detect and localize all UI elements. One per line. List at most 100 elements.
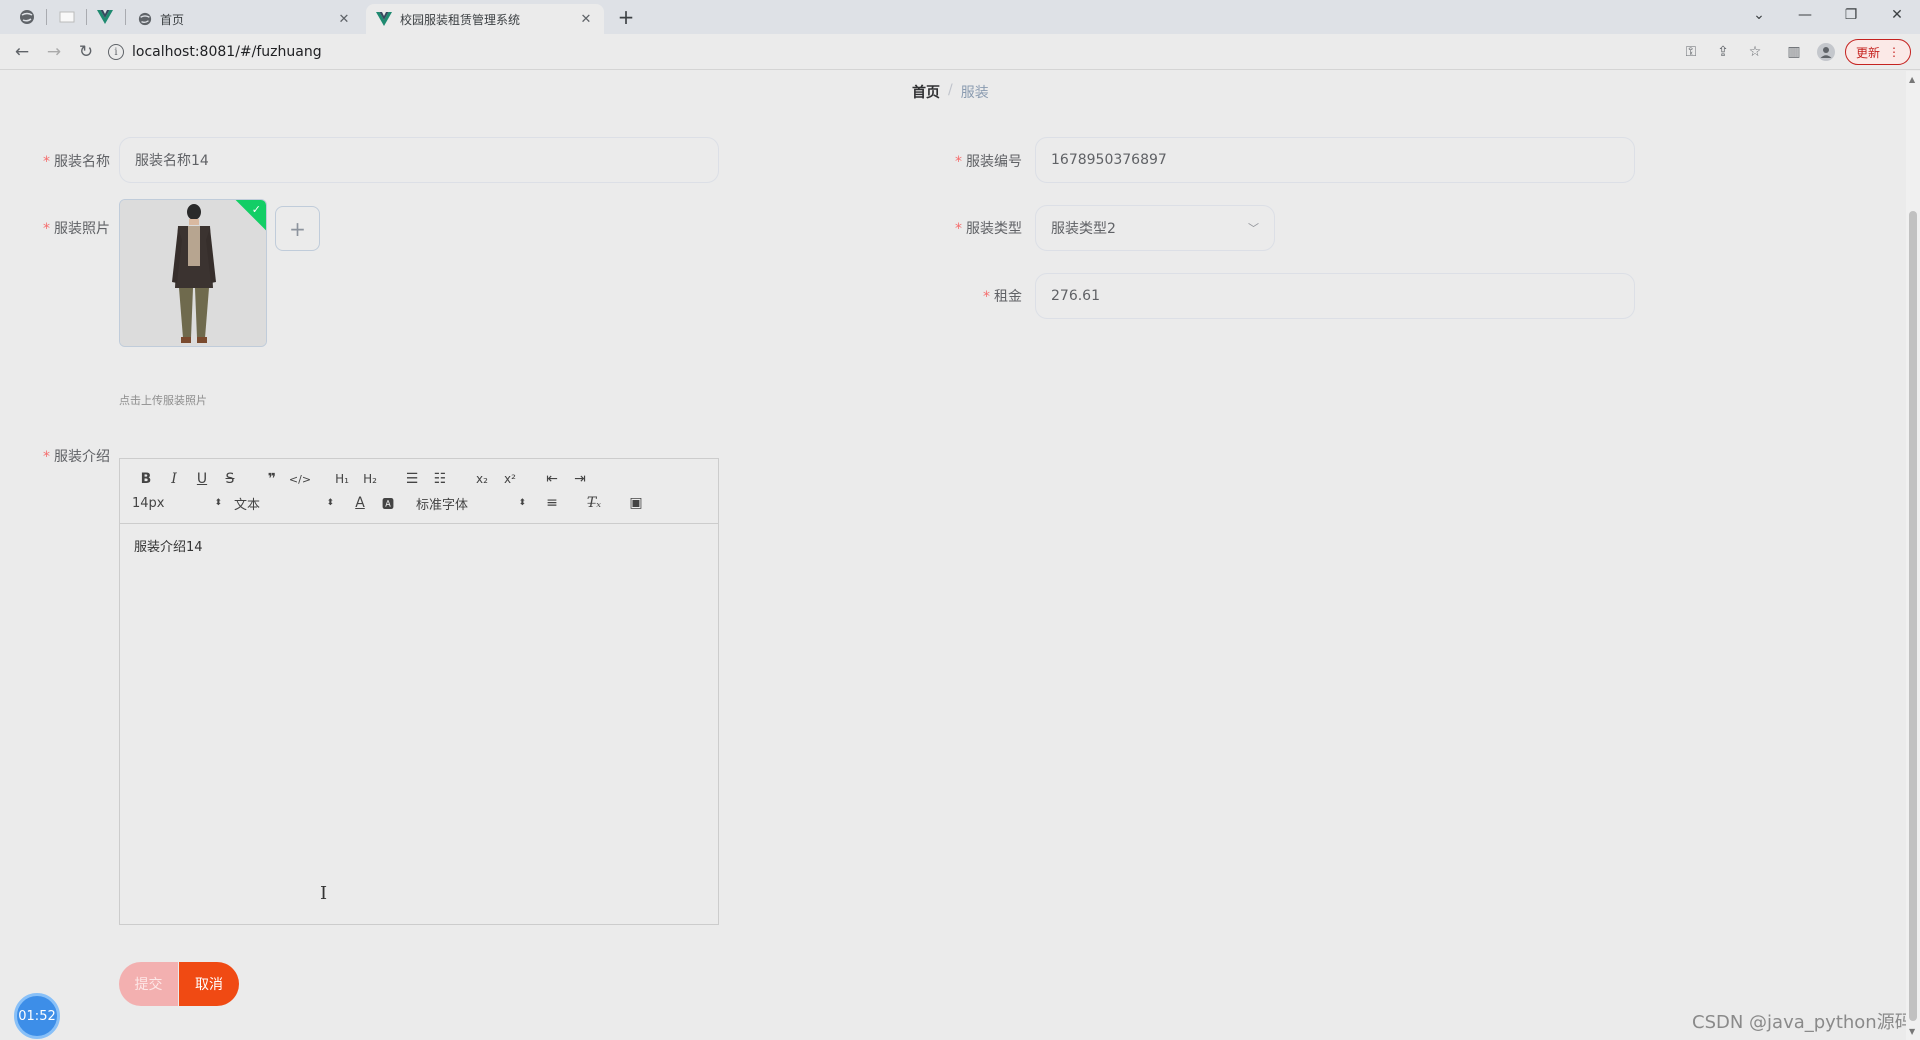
header-select[interactable]: 文本 ⬍ bbox=[234, 494, 334, 513]
number-input-value: 1678950376897 bbox=[1051, 152, 1167, 168]
reload-icon[interactable]: ↻ bbox=[74, 40, 98, 64]
restore-button[interactable]: ❐ bbox=[1828, 0, 1874, 30]
new-tab-button[interactable]: + bbox=[614, 5, 638, 29]
tab-separator bbox=[86, 9, 87, 25]
clear-format-icon[interactable]: T̶ₓ bbox=[580, 495, 608, 511]
editor-text: 服装介绍14 bbox=[134, 540, 203, 555]
pinned-tab-blank[interactable] bbox=[54, 6, 80, 28]
update-button[interactable]: 更新 ⋮ bbox=[1845, 39, 1911, 65]
globe-icon bbox=[138, 12, 152, 26]
intro-label: * 服装介绍 bbox=[43, 449, 110, 465]
vertical-scrollbar[interactable]: ▲ ▼ bbox=[1906, 71, 1920, 1040]
photo-upload-hint: 点击上传服装照片 bbox=[119, 394, 207, 407]
submit-button[interactable]: 提交 bbox=[119, 962, 178, 1006]
rich-text-editor: B I U S ❞ </> H₁ H₂ ☰ ☷ x₂ x² ⇤ ⇥ 14px ⬍… bbox=[119, 458, 719, 925]
cancel-button[interactable]: 取消 bbox=[179, 962, 239, 1006]
uploaded-photo-thumbnail[interactable]: ✓ bbox=[119, 199, 267, 347]
ordered-list-icon[interactable]: ☰ bbox=[398, 471, 426, 487]
heading1-icon[interactable]: H₁ bbox=[328, 472, 356, 486]
submit-label: 提交 bbox=[134, 977, 163, 993]
outdent-icon[interactable]: ⇤ bbox=[538, 471, 566, 487]
italic-icon[interactable]: I bbox=[160, 471, 188, 487]
close-window-button[interactable]: ✕ bbox=[1874, 0, 1920, 30]
side-panel-icon[interactable]: ▥ bbox=[1784, 42, 1804, 62]
font-family-value: 标准字体 bbox=[416, 497, 469, 513]
plus-icon: + bbox=[289, 216, 306, 241]
pinned-tab-globe[interactable] bbox=[14, 6, 40, 28]
breadcrumb-separator: / bbox=[948, 82, 953, 98]
image-icon[interactable]: ▣ bbox=[622, 495, 650, 511]
minimize-button[interactable]: — bbox=[1782, 0, 1828, 30]
breadcrumb-current: 服装 bbox=[960, 85, 989, 101]
scroll-up-icon[interactable]: ▲ bbox=[1909, 75, 1915, 84]
code-block-icon[interactable]: </> bbox=[286, 473, 314, 486]
bold-icon[interactable]: B bbox=[132, 471, 160, 487]
back-arrow-icon[interactable]: ← bbox=[10, 40, 34, 64]
browser-toolbar: ← → ↻ i localhost:8081/#/fuzhuang ⚿ ⇪ ☆ … bbox=[0, 34, 1920, 70]
bullet-list-icon[interactable]: ☷ bbox=[426, 471, 454, 487]
text-cursor-icon: I bbox=[320, 883, 328, 904]
profile-avatar-icon[interactable] bbox=[1816, 42, 1836, 62]
font-family-select[interactable]: 标准字体 ⬍ bbox=[416, 494, 526, 513]
align-icon[interactable]: ≡ bbox=[538, 495, 566, 511]
cancel-label: 取消 bbox=[195, 977, 223, 993]
strikethrough-icon[interactable]: S bbox=[216, 471, 244, 487]
font-size-value: 14px bbox=[132, 495, 165, 511]
select-arrows-icon: ⬍ bbox=[518, 498, 526, 508]
rent-input[interactable]: 276.61 bbox=[1035, 273, 1635, 319]
forward-arrow-icon[interactable]: → bbox=[42, 40, 66, 64]
recording-timer-badge: 01:52 bbox=[14, 993, 60, 1039]
close-tab-icon[interactable]: ✕ bbox=[336, 11, 352, 27]
tab-separator bbox=[125, 9, 126, 25]
share-icon[interactable]: ⇪ bbox=[1713, 42, 1733, 62]
address-bar[interactable]: i localhost:8081/#/fuzhuang bbox=[108, 38, 1788, 66]
rent-input-value: 276.61 bbox=[1051, 288, 1100, 304]
indent-icon[interactable]: ⇥ bbox=[566, 471, 594, 487]
blockquote-icon[interactable]: ❞ bbox=[258, 471, 286, 487]
type-select[interactable]: 服装类型2 ﹀ bbox=[1035, 205, 1275, 251]
name-input-value: 服装名称14 bbox=[135, 153, 209, 169]
url-text: localhost:8081/#/fuzhuang bbox=[132, 44, 322, 60]
site-info-icon[interactable]: i bbox=[108, 44, 124, 60]
type-select-value: 服装类型2 bbox=[1051, 221, 1116, 237]
browser-tab-strip: 首页 ✕ 校园服装租赁管理系统 ✕ + ⌄ — ❐ ✕ bbox=[0, 0, 1920, 34]
tab-search-icon[interactable]: ⌄ bbox=[1736, 0, 1782, 30]
check-icon: ✓ bbox=[251, 203, 261, 216]
heading2-icon[interactable]: H₂ bbox=[356, 472, 384, 486]
scrollbar-thumb[interactable] bbox=[1909, 211, 1917, 1021]
type-label: * 服装类型 bbox=[955, 221, 1022, 237]
update-label: 更新 bbox=[1855, 45, 1880, 60]
vue-logo-icon bbox=[97, 10, 113, 24]
scroll-down-icon[interactable]: ▼ bbox=[1909, 1027, 1915, 1036]
bookmark-star-icon[interactable]: ☆ bbox=[1745, 42, 1765, 62]
tab-home[interactable]: 首页 ✕ bbox=[128, 4, 362, 34]
tab-separator bbox=[46, 9, 47, 25]
close-tab-icon[interactable]: ✕ bbox=[578, 11, 594, 27]
tab-title: 首页 bbox=[160, 12, 185, 27]
photo-label: * 服装照片 bbox=[43, 221, 110, 237]
font-color-icon[interactable]: A bbox=[346, 495, 374, 511]
globe-icon bbox=[20, 10, 34, 24]
breadcrumb-home[interactable]: 首页 bbox=[912, 82, 940, 102]
chevron-down-icon: ﹀ bbox=[1248, 222, 1259, 235]
rent-label: * 租金 bbox=[983, 289, 1022, 305]
background-color-icon[interactable]: 🅰 bbox=[374, 495, 402, 512]
select-arrows-icon: ⬍ bbox=[326, 498, 334, 508]
pinned-tab-vue[interactable] bbox=[92, 6, 118, 28]
number-label: * 服装编号 bbox=[955, 154, 1022, 170]
breadcrumb: 首页 / 服装 bbox=[912, 82, 989, 102]
password-key-icon[interactable]: ⚿ bbox=[1681, 42, 1701, 62]
superscript-icon[interactable]: x² bbox=[496, 472, 524, 486]
tab-active-system[interactable]: 校园服装租赁管理系统 ✕ bbox=[366, 4, 604, 34]
name-input[interactable]: 服装名称14 bbox=[119, 137, 719, 183]
editor-content[interactable]: 服装介绍14 bbox=[120, 524, 718, 567]
underline-icon[interactable]: U bbox=[188, 471, 216, 487]
editor-toolbar: B I U S ❞ </> H₁ H₂ ☰ ☷ x₂ x² ⇤ ⇥ 14px ⬍… bbox=[120, 459, 718, 524]
vue-logo-icon bbox=[376, 12, 392, 26]
font-size-select[interactable]: 14px ⬍ bbox=[132, 496, 222, 511]
watermark-text: CSDN @java_python源码 bbox=[1692, 1012, 1913, 1033]
header-value: 文本 bbox=[234, 497, 261, 513]
add-photo-button[interactable]: + bbox=[275, 206, 320, 251]
number-input[interactable]: 1678950376897 bbox=[1035, 137, 1635, 183]
subscript-icon[interactable]: x₂ bbox=[468, 472, 496, 486]
